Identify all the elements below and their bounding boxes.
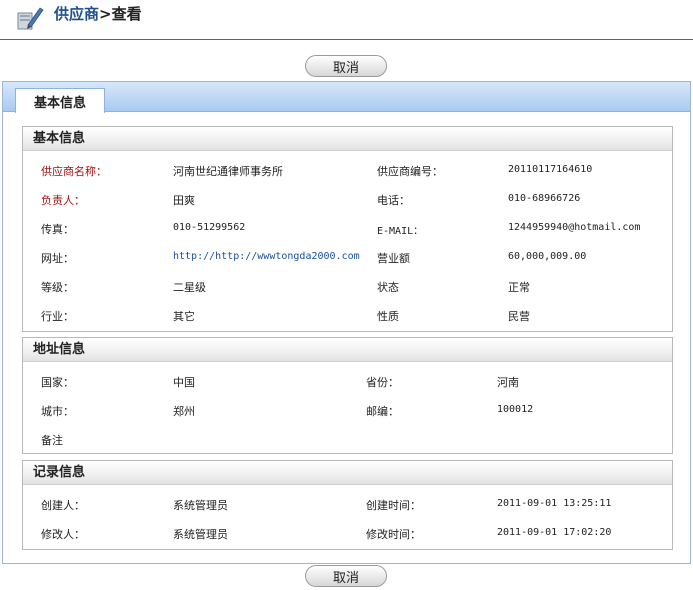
cancel-button-top[interactable]: 取消 — [305, 55, 387, 77]
status-label: 状态 — [377, 281, 399, 294]
email-label: E-MAIL： — [377, 226, 424, 237]
title-separator: > — [99, 5, 112, 23]
tab-bar: 基本信息 — [3, 82, 690, 113]
page-header: 供应商>查看 — [0, 0, 693, 40]
email-value: 1244959940@hotmail.com — [508, 222, 641, 233]
city-value: 郑州 — [173, 405, 195, 418]
website-label: 网址： — [41, 252, 74, 265]
created-time-value: 2011-09-01 13:25:11 — [497, 498, 612, 509]
section-address-info: 地址信息 国家： 中国 省份： 河南 城市： 郑州 邮编： 100012 备注 — [22, 337, 673, 454]
supplier-name-value: 河南世纪通律师事务所 — [173, 165, 283, 178]
detail-panel: 基本信息 基本信息 供应商名称： 河南世纪通律师事务所 供应商编号： 20110… — [2, 81, 691, 564]
title-module: 供应商 — [54, 5, 100, 23]
supplier-no-label: 供应商编号： — [377, 165, 443, 178]
website-link[interactable]: http://http://wwwtongda2000.com — [173, 251, 360, 267]
industry-label: 行业： — [41, 310, 74, 323]
phone-value: 010-68966726 — [508, 193, 581, 204]
turnover-label: 营业额 — [377, 252, 410, 265]
section-record-info: 记录信息 创建人： 系统管理员 创建时间： 2011-09-01 13:25:1… — [22, 460, 673, 550]
creator-label: 创建人： — [41, 499, 85, 512]
title-action: 查看 — [111, 5, 142, 23]
turnover-value: 60,000,009.00 — [508, 251, 587, 262]
modifier-value: 系统管理员 — [173, 528, 228, 541]
creator-value: 系统管理员 — [173, 499, 228, 512]
modified-time-label: 修改时间： — [366, 528, 421, 541]
nature-label: 性质 — [377, 310, 399, 323]
grade-label: 等级： — [41, 281, 74, 294]
country-label: 国家： — [41, 376, 74, 389]
tab-basic-info[interactable]: 基本信息 — [15, 88, 105, 113]
city-label: 城市： — [41, 405, 74, 418]
section-heading: 记录信息 — [23, 461, 672, 485]
remark-label: 备注 — [41, 434, 63, 447]
phone-label: 电话： — [377, 194, 410, 207]
province-value: 河南 — [497, 376, 519, 389]
section-heading: 基本信息 — [23, 127, 672, 151]
fax-label: 传真： — [41, 223, 74, 236]
fax-value: 010-51299562 — [173, 222, 246, 233]
modifier-label: 修改人： — [41, 528, 85, 541]
grade-value: 二星级 — [173, 281, 206, 294]
contact-value: 田爽 — [173, 194, 195, 207]
pencil-book-icon — [17, 7, 44, 30]
zip-label: 邮编： — [366, 405, 399, 418]
created-time-label: 创建时间： — [366, 499, 421, 512]
contact-label: 负责人： — [41, 194, 85, 207]
country-value: 中国 — [173, 376, 195, 389]
section-heading: 地址信息 — [23, 338, 672, 362]
page-title: 供应商>查看 — [54, 3, 142, 24]
supplier-no-value: 20110117164610 — [508, 164, 593, 175]
nature-value: 民营 — [508, 310, 530, 323]
modified-time-value: 2011-09-01 17:02:20 — [497, 527, 612, 538]
section-basic-info: 基本信息 供应商名称： 河南世纪通律师事务所 供应商编号： 2011011716… — [22, 126, 673, 332]
status-value: 正常 — [508, 281, 530, 294]
province-label: 省份： — [366, 376, 399, 389]
industry-value: 其它 — [173, 310, 195, 323]
cancel-button-bottom[interactable]: 取消 — [305, 565, 387, 587]
zip-value: 100012 — [497, 404, 534, 415]
supplier-name-label: 供应商名称： — [41, 165, 107, 178]
